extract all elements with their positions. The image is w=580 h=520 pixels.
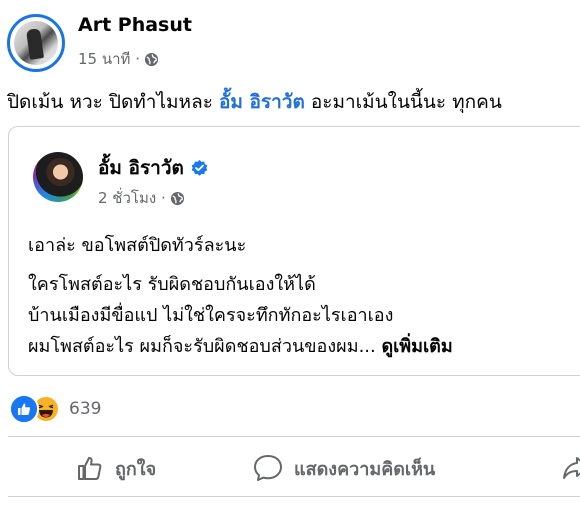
comment-icon	[254, 455, 282, 481]
shared-text-line-2: ใครโพสต์อะไร รับผิดชอบกันเองให้ได้	[28, 274, 316, 295]
shared-timestamp[interactable]: 2 ชั่วโมง ·	[98, 186, 166, 210]
author-avatar[interactable]	[7, 14, 65, 72]
like-button[interactable]: ถูกใจ	[75, 444, 156, 492]
divider-bottom	[8, 496, 580, 497]
share-icon	[563, 457, 580, 479]
see-more-link[interactable]: ดูเพิ่มเติม	[381, 336, 452, 357]
like-label: ถูกใจ	[115, 458, 157, 480]
divider-top	[8, 436, 580, 437]
comment-button[interactable]: แสดงความคิดเห็น	[252, 444, 435, 492]
shared-text-line-4: ผมโพสต์อะไร ผมก็จะรับผิดชอบส่วนของผม... …	[28, 331, 453, 360]
post-text-before: ปิดเม้น หวะ ปิดทำไมหละ	[7, 91, 219, 113]
globe-icon[interactable]	[144, 52, 159, 67]
shared-text-line-4-content: ผมโพสต์อะไร ผมก็จะรับผิดชอบส่วนของผม...	[28, 336, 382, 357]
post-timestamp[interactable]: 15 นาที ·	[78, 47, 140, 71]
shared-post-card[interactable]: อั้ม อิราวัต 2 ชั่วโมง · เอาล่ะ ขอโพสต์ป…	[8, 126, 580, 376]
post-text: ปิดเม้น หวะ ปิดทำไมหละ อั้ม อิราวัต อะมา…	[7, 87, 502, 117]
post-header: Art Phasut 15 นาที ·	[7, 10, 567, 72]
avatar-photo	[14, 21, 58, 65]
globe-icon[interactable]	[170, 191, 185, 206]
reaction-count: 639	[69, 399, 102, 419]
shared-author-name[interactable]: อั้ม อิราวัต	[98, 153, 184, 183]
shared-text-line-3: บ้านเมืองมีขื่อแป ไม่ใช่ใครจะทึกทักอะไรเ…	[28, 305, 394, 326]
verified-badge-icon	[191, 159, 208, 176]
like-icon	[9, 394, 39, 424]
thumbs-up-icon	[78, 457, 102, 480]
mention-link[interactable]: อั้ม อิราวัต	[219, 91, 305, 113]
post-meta: 15 นาที ·	[78, 47, 159, 71]
share-button[interactable]	[561, 444, 580, 492]
action-bar: ถูกใจ แสดงความคิดเห็น	[0, 444, 580, 492]
comment-label: แสดงความคิดเห็น	[294, 458, 436, 480]
shared-text-line-1: เอาล่ะ ขอโพสต์ปิดทัวร์ละนะ	[28, 235, 247, 256]
shared-meta: 2 ชั่วโมง ·	[98, 186, 185, 210]
author-name[interactable]: Art Phasut	[78, 14, 192, 36]
shared-author-avatar[interactable]	[33, 152, 83, 202]
reactions-summary[interactable]: 639	[9, 394, 101, 424]
post-text-after: อะมาเม้นในนี้นะ ทุกคน	[304, 91, 502, 113]
shared-author-row: อั้ม อิราวัต	[98, 153, 209, 183]
